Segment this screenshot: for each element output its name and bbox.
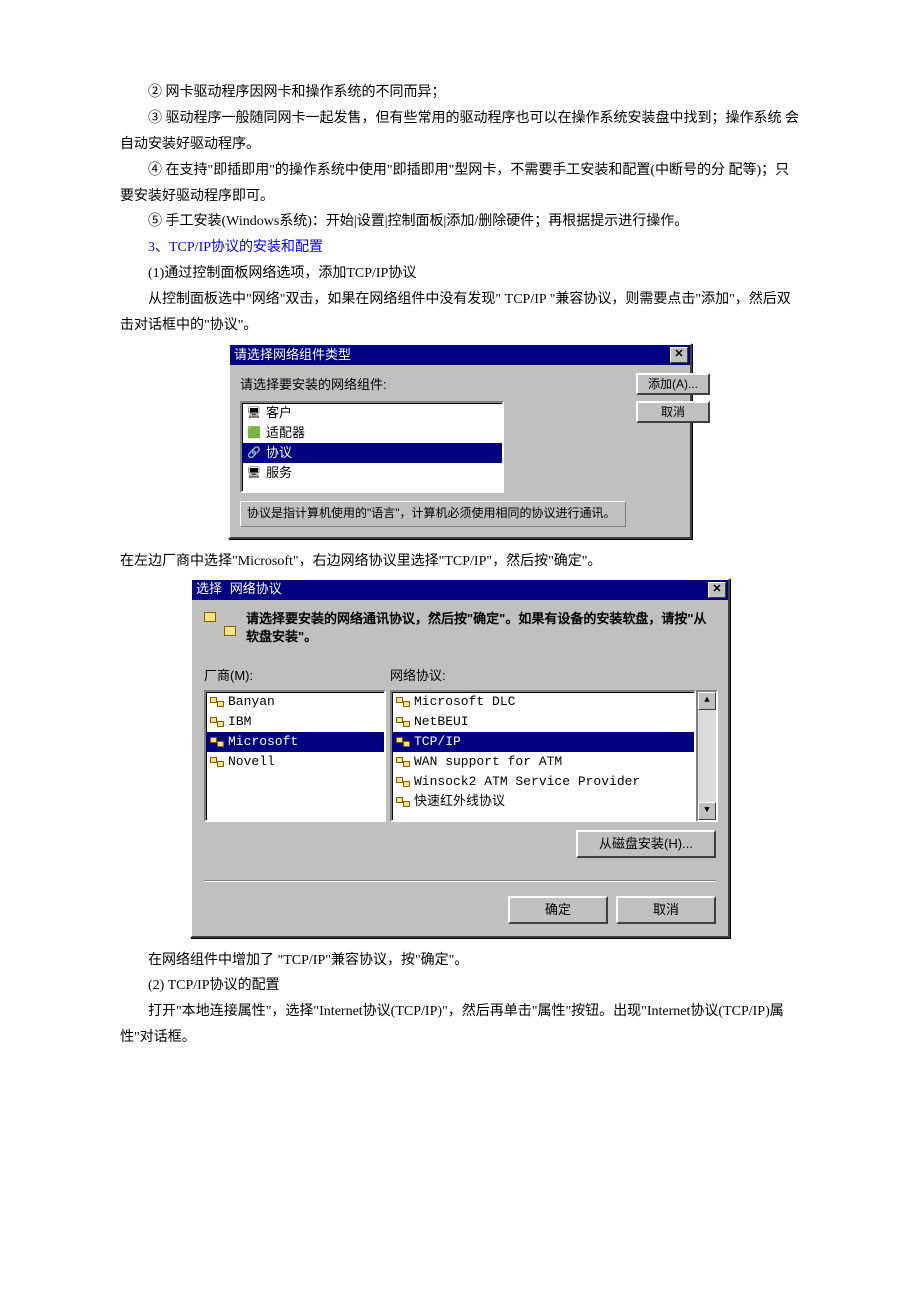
protocol-icon	[396, 717, 410, 727]
vendor-icon	[210, 697, 224, 707]
dialog1-hint: 协议是指计算机使用的"语言"，计算机必须使用相同的协议进行通讯。	[240, 501, 626, 527]
install-from-disk-button[interactable]: 从磁盘安装(H)...	[576, 830, 716, 858]
protocol-icon: 🔗	[246, 446, 262, 460]
dialog-select-protocol: 选择 网络协议 ✕ 请选择要安装的网络通讯协议，然后按"确定"。如果有设备的安装…	[190, 578, 730, 937]
para-2: ② 网卡驱动程序因网卡和操作系统的不同而异；	[120, 80, 800, 106]
dialog-select-component-type: 请选择网络组件类型 ✕ 请选择要安装的网络组件: 🖥 客户 🟩 适配器 🔗	[228, 343, 692, 539]
cancel-button[interactable]: 取消	[616, 896, 716, 924]
dialog1-titlebar: 请选择网络组件类型 ✕	[230, 345, 690, 365]
heading-tcpip: 3、TCP/IP协议的安装和配置	[120, 235, 800, 261]
scroll-down-icon[interactable]: ▼	[698, 802, 716, 820]
cancel-button-label: 取消	[661, 401, 685, 423]
list-item-service[interactable]: 🖥 服务	[242, 463, 502, 483]
list-item-label: 服务	[266, 461, 292, 485]
add-button-label: 添加(A)...	[648, 373, 698, 395]
separator	[204, 880, 716, 882]
dialog2-title: 选择 网络协议	[196, 578, 282, 602]
network-icon	[204, 612, 236, 636]
vendor-item[interactable]: Novell	[206, 752, 384, 772]
disk-button-label: 从磁盘安装(H)...	[599, 832, 693, 856]
vendor-icon	[210, 757, 224, 767]
para-5: ⑤ 手工安装(Windows系统)：开始|设置|控制面板|添加/删除硬件；再根据…	[120, 209, 800, 235]
para-10: 打开"本地连接属性"，选择"Internet协议(TCP/IP)"，然后再单击"…	[120, 999, 800, 1051]
client-icon: 🖥	[246, 406, 262, 420]
protocol-icon	[396, 737, 410, 747]
protocol-item-label: 快速红外线协议	[414, 790, 505, 814]
para-9: (2) TCP/IP协议的配置	[120, 973, 800, 999]
adapter-icon: 🟩	[246, 426, 262, 440]
vendor-item-label: Novell	[228, 750, 275, 774]
add-button[interactable]: 添加(A)...	[636, 373, 710, 395]
dialog1-title: 请选择网络组件类型	[234, 343, 351, 367]
vendor-list[interactable]: Banyan IBM Microsoft Novell	[204, 690, 386, 822]
para-4: ④ 在支持"即插即用"的操作系统中使用"即插即用"型网卡，不需要手工安装和配置(…	[120, 158, 800, 210]
scrollbar[interactable]: ▲ ▼	[696, 690, 718, 822]
close-icon[interactable]: ✕	[670, 347, 688, 363]
dialog2-titlebar: 选择 网络协议 ✕	[192, 580, 728, 600]
cancel-button[interactable]: 取消	[636, 401, 710, 423]
scroll-up-icon[interactable]: ▲	[698, 692, 716, 710]
protocol-icon	[396, 697, 410, 707]
protocol-icon	[396, 757, 410, 767]
protocol-item[interactable]: 快速红外线协议	[392, 792, 694, 812]
vendor-icon	[210, 717, 224, 727]
para-7: 从控制面板选中"网络"双击，如果在网络组件中没有发现" TCP/IP "兼容协议…	[120, 287, 800, 339]
service-icon: 🖥	[246, 466, 262, 480]
vendor-label: 厂商(M):	[204, 664, 386, 688]
protocol-list[interactable]: Microsoft DLC NetBEUI TCP/IP WAN support…	[390, 690, 696, 822]
para-6: (1)通过控制面板网络选项，添加TCP/IP协议	[120, 261, 800, 287]
ok-button[interactable]: 确定	[508, 896, 608, 924]
protocol-icon	[396, 797, 410, 807]
protocol-icon	[396, 777, 410, 787]
dialog2-instruction: 请选择要安装的网络通讯协议，然后按"确定"。如果有设备的安装软盘，请按"从软盘安…	[246, 610, 716, 645]
para-8: 在网络组件中增加了 "TCP/IP"兼容协议，按"确定"。	[120, 948, 800, 974]
vendor-icon	[210, 737, 224, 747]
protocol-label: 网络协议:	[390, 664, 718, 688]
para-mid: 在左边厂商中选择"Microsoft"，右边网络协议里选择"TCP/IP"，然后…	[120, 549, 800, 575]
para-3: ③ 驱动程序一般随同网卡一起发售，但有些常用的驱动程序也可以在操作系统安装盘中找…	[120, 106, 800, 158]
cancel-button-label: 取消	[653, 898, 679, 922]
component-type-list[interactable]: 🖥 客户 🟩 适配器 🔗 协议 🖥 服务	[240, 401, 504, 493]
ok-button-label: 确定	[545, 898, 571, 922]
close-icon[interactable]: ✕	[708, 582, 726, 598]
dialog1-prompt: 请选择要安装的网络组件:	[240, 373, 626, 397]
